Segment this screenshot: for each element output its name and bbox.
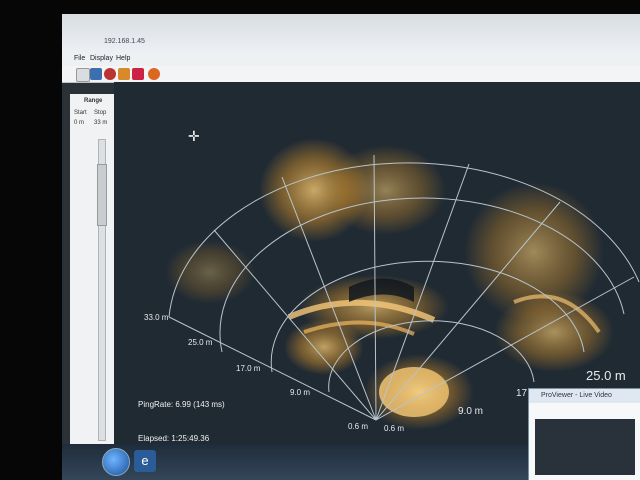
range-label-left: 17.0 m	[236, 364, 261, 373]
range-slider-thumb[interactable]	[97, 164, 107, 226]
range-label-right: 25.0 m	[586, 368, 626, 383]
live-video-window[interactable]: ProViewer - Live Video	[528, 388, 640, 480]
open-icon[interactable]	[90, 68, 102, 80]
start-label: Start	[74, 110, 87, 116]
pointer-tool-icon[interactable]	[76, 68, 90, 82]
stop-label: Stop	[94, 110, 107, 116]
window-title: 192.168.1.45	[104, 38, 145, 45]
window-titlebar: 192.168.1.45	[62, 14, 640, 55]
menu-file[interactable]: File	[74, 55, 85, 62]
tool-icon[interactable]	[132, 68, 144, 80]
range-label-right: 0.6 m	[384, 424, 405, 433]
range-panel: Range Start Stop 0 m 33 m	[70, 94, 115, 454]
live-video-feed	[535, 419, 635, 475]
sonar-returns	[165, 138, 614, 430]
ping-rate: PingRate: 6.99 (143 ms)	[138, 400, 225, 409]
menu-help[interactable]: Help	[116, 55, 130, 62]
range-label-right: 9.0 m	[458, 406, 484, 417]
range-label-left: 33.0 m	[144, 313, 169, 322]
internet-explorer-icon[interactable]: e	[134, 450, 156, 472]
sonar-icon[interactable]	[118, 68, 130, 80]
elapsed-time: Elapsed: 1:25:49.36	[138, 434, 210, 443]
record-icon[interactable]	[104, 68, 116, 80]
screen: 192.168.1.45 File Display Help Range Sta…	[62, 14, 640, 480]
toolbar	[62, 66, 640, 83]
windows-start-icon[interactable]	[102, 448, 130, 476]
live-video-title[interactable]: ProViewer - Live Video	[529, 389, 640, 403]
range-label-left: 25.0 m	[188, 338, 213, 347]
color-palette-icon[interactable]	[148, 68, 160, 80]
start-value: 0 m	[74, 120, 85, 126]
range-label-left: 0.6 m	[348, 422, 369, 431]
range-title: Range	[84, 98, 103, 104]
range-label-left: 9.0 m	[290, 388, 311, 397]
stop-value: 33 m	[94, 120, 108, 126]
crosshair-icon[interactable]: ✛	[188, 128, 200, 145]
menu-display[interactable]: Display	[90, 55, 113, 62]
